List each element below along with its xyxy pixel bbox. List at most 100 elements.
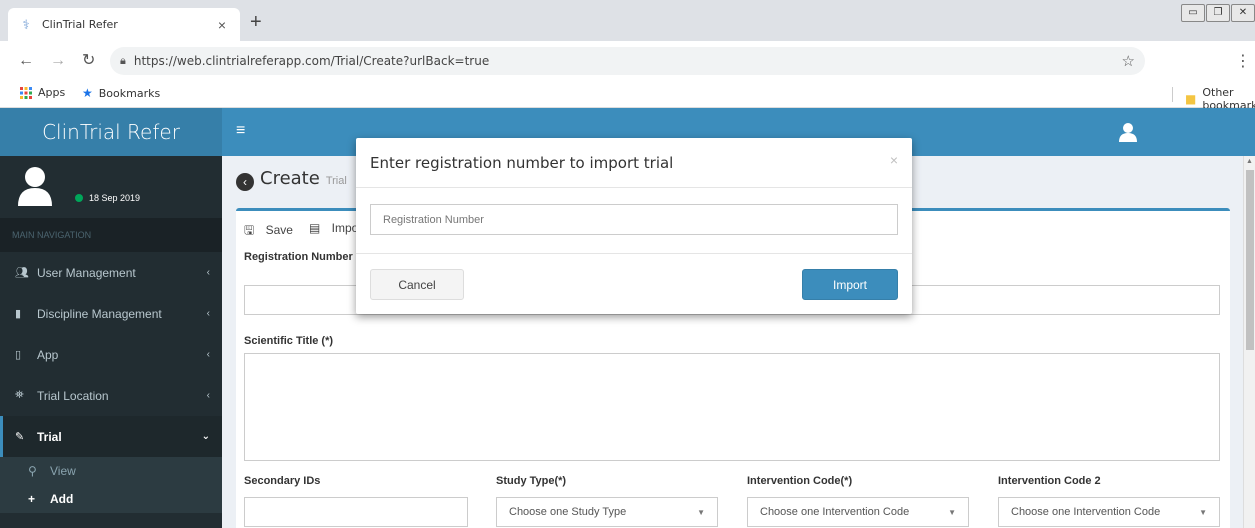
scroll-up-arrow-icon[interactable]: ▲	[1246, 158, 1253, 165]
study-type-value: Choose one Study Type	[509, 506, 627, 518]
subitem-label: View	[50, 464, 76, 478]
bookmark-bookmarks-label: Bookmarks	[98, 86, 161, 100]
forward-arrow-icon[interactable]: →	[50, 51, 66, 71]
bookmarks-bar: Apps ★ Bookmarks ■ Other bookmarks	[0, 81, 1255, 112]
new-tab-button[interactable]: +	[250, 12, 262, 32]
cancel-button[interactable]: Cancel	[370, 269, 464, 300]
user-panel: 18 Sep 2019	[0, 156, 222, 218]
back-circle-icon[interactable]: ‹	[236, 173, 254, 191]
bookmark-apps-label: Apps	[38, 86, 66, 99]
reload-icon[interactable]: ↻	[82, 51, 95, 71]
tablet-icon: ▯	[15, 349, 22, 361]
caret-down-icon: ▼	[1199, 507, 1207, 517]
page-scrollbar[interactable]: ▲	[1243, 156, 1255, 528]
intervention-code-2-value: Choose one Intervention Code	[1011, 506, 1161, 518]
tab-close-icon[interactable]: ×	[214, 17, 230, 33]
chevron-left-icon: ‹	[206, 349, 210, 360]
star-filled-icon: ★	[82, 86, 93, 100]
page-subtitle: Trial	[325, 175, 347, 187]
app-logo[interactable]: ClinTrial Refer	[0, 108, 222, 156]
folder-icon: ■	[1185, 92, 1197, 106]
caret-down-icon: ▼	[948, 507, 956, 517]
page-title: Create	[260, 168, 320, 189]
registration-number-label: Registration Number	[244, 251, 353, 263]
chevron-left-icon: ‹	[206, 267, 210, 278]
close-window-icon[interactable]: ✕	[1231, 4, 1255, 22]
browser-tab[interactable]: ⚕ ClinTrial Refer ×	[8, 8, 240, 41]
save-icon: 🖫︎	[244, 223, 255, 237]
secondary-ids-input[interactable]	[244, 497, 468, 527]
chevron-left-icon: ‹	[206, 308, 210, 319]
scientific-title-label: Scientific Title (*)	[244, 335, 334, 347]
trial-subnav: ⚲ View + Add	[0, 457, 222, 513]
chevron-left-icon: ‹	[206, 390, 210, 401]
trash-icon: ▮	[15, 308, 22, 320]
bookmark-bookmarks[interactable]: ★ Bookmarks	[82, 86, 160, 100]
sidebar-item-label: Discipline Management	[37, 306, 162, 321]
secondary-ids-label: Secondary IDs	[244, 475, 321, 487]
maximize-icon[interactable]: ❐	[1206, 4, 1230, 22]
study-type-label: Study Type(*)	[496, 475, 567, 487]
avatar	[18, 167, 52, 206]
close-icon[interactable]: ×	[890, 152, 898, 168]
save-label: Save	[265, 223, 293, 237]
user-icon[interactable]	[1119, 122, 1137, 142]
study-type-select[interactable]: Choose one Study Type ▼	[496, 497, 718, 527]
registration-number-field[interactable]	[370, 204, 898, 235]
save-button[interactable]: 🖫︎ Save	[244, 221, 301, 242]
scroll-thumb[interactable]	[1246, 170, 1254, 350]
sidebar-item-label: User Management	[37, 265, 136, 280]
browser-toolbar: ← → ↻ 🔒︎ https://web.clintrialreferapp.c…	[0, 41, 1255, 81]
intervention-code-label: Intervention Code(*)	[747, 475, 853, 487]
stethoscope-icon: ⚕	[22, 16, 30, 32]
sidebar-item-label: App	[37, 347, 59, 362]
url-text: https://web.clintrialreferapp.com/Trial/…	[133, 54, 490, 68]
online-status: 18 Sep 2019	[75, 193, 140, 203]
sidebar-item-trial[interactable]: ✎ Trial ⌄	[0, 416, 222, 457]
sidebar-item-user-management[interactable]: 👥︎ User Management ‹	[0, 252, 222, 293]
subitem-label: Add	[50, 492, 74, 506]
users-icon: 👥︎	[15, 267, 29, 279]
minimize-icon[interactable]: ▭	[1181, 4, 1205, 22]
import-button[interactable]: Import	[802, 269, 898, 300]
intervention-code-select[interactable]: Choose one Intervention Code ▼	[747, 497, 969, 527]
star-icon[interactable]: ☆	[1122, 52, 1135, 70]
lock-icon: 🔒︎	[120, 54, 126, 67]
list-icon: ▤	[308, 221, 321, 235]
bookmark-separator	[1172, 87, 1173, 102]
sidebar-item-trial-location[interactable]: ⛯ Trial Location ‹	[0, 375, 222, 416]
search-icon: ⚲	[28, 464, 37, 478]
import-trial-modal: Enter registration number to import tria…	[356, 138, 912, 314]
sidebar-item-label: Trial Location	[37, 388, 109, 403]
window-controls: ▭ ❐ ✕	[1180, 4, 1255, 22]
sidebar-item-label: Trial	[37, 429, 62, 444]
tab-title: ClinTrial Refer	[42, 18, 118, 31]
plus-icon: +	[28, 492, 36, 506]
map-icon: ⛯	[15, 389, 24, 401]
hamburger-menu-icon[interactable]: ≡	[236, 122, 245, 140]
kebab-menu-icon[interactable]: ⋮	[1235, 51, 1251, 71]
bookmark-apps[interactable]: Apps	[20, 86, 65, 99]
chevron-down-icon: ⌄	[201, 431, 210, 442]
user-date: 18 Sep 2019	[89, 193, 141, 203]
apps-grid-icon	[20, 86, 32, 99]
nav-header: MAIN NAVIGATION	[0, 218, 222, 252]
modal-body	[356, 188, 912, 254]
sidebar-subitem-add[interactable]: + Add	[0, 485, 222, 513]
content-header: ‹ Create Trial	[236, 168, 347, 191]
pencil-icon: ✎	[15, 431, 25, 443]
back-arrow-icon[interactable]: ←	[18, 51, 34, 71]
browser-tabstrip: ⚕ ClinTrial Refer × + ▭ ❐ ✕	[0, 0, 1255, 41]
sidebar: 18 Sep 2019 MAIN NAVIGATION 👥︎ User Mana…	[0, 156, 222, 528]
modal-title: Enter registration number to import tria…	[370, 154, 674, 172]
online-dot-icon	[75, 194, 83, 202]
intervention-code-2-label: Intervention Code 2	[998, 475, 1101, 487]
intervention-code-2-select[interactable]: Choose one Intervention Code ▼	[998, 497, 1220, 527]
address-bar[interactable]: 🔒︎ https://web.clintrialreferapp.com/Tri…	[110, 47, 1145, 75]
modal-header: Enter registration number to import tria…	[356, 138, 912, 188]
sidebar-item-discipline-management[interactable]: ▮ Discipline Management ‹	[0, 293, 222, 334]
modal-footer: Cancel Import	[356, 254, 912, 314]
scientific-title-textarea[interactable]	[244, 353, 1220, 461]
sidebar-item-app[interactable]: ▯ App ‹	[0, 334, 222, 375]
sidebar-subitem-view[interactable]: ⚲ View	[0, 457, 222, 485]
